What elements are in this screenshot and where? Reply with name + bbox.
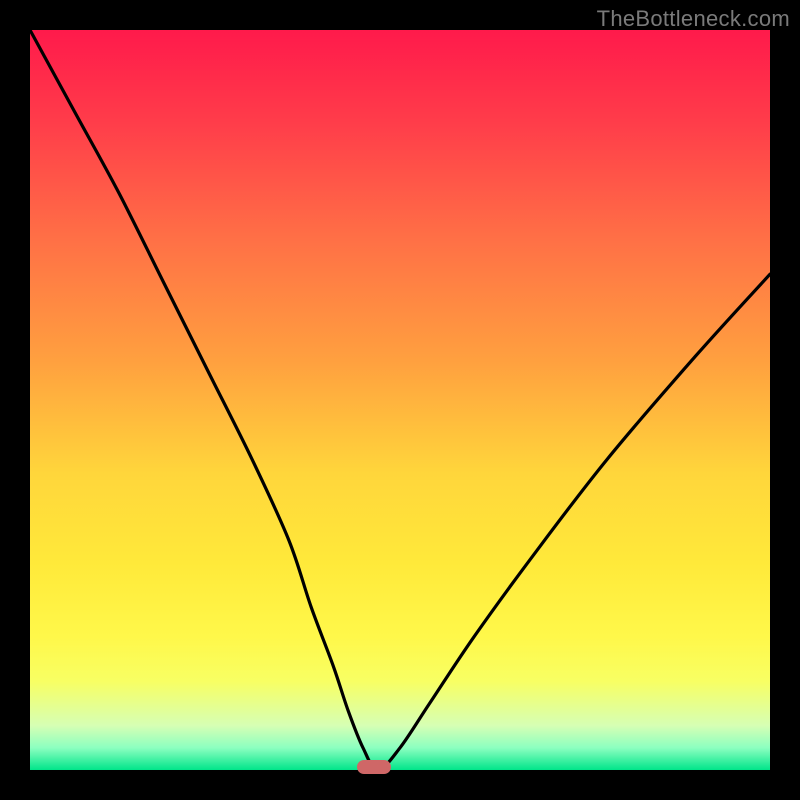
chart-frame: TheBottleneck.com: [0, 0, 800, 800]
bottleneck-curve: [30, 30, 770, 770]
minimum-marker: [357, 760, 391, 774]
plot-area: [30, 30, 770, 770]
watermark-text: TheBottleneck.com: [597, 6, 790, 32]
